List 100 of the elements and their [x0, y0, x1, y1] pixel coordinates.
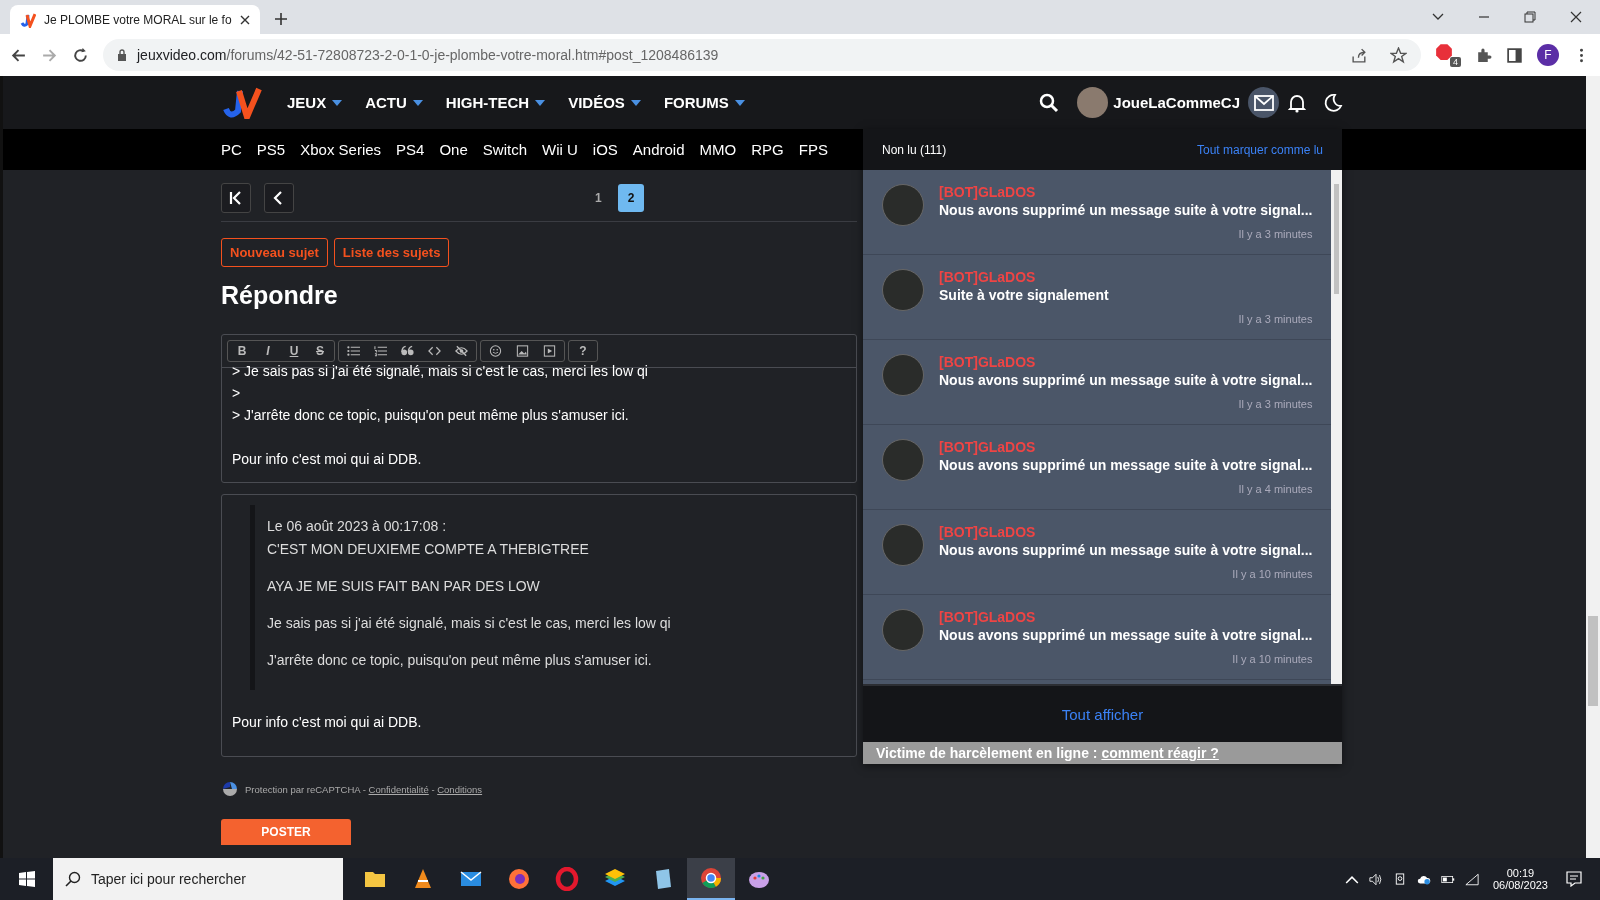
italic-button[interactable]: I — [262, 344, 274, 358]
show-all-link[interactable]: Tout afficher — [1061, 705, 1144, 723]
share-icon[interactable] — [1351, 46, 1368, 64]
star-icon[interactable] — [1390, 46, 1407, 64]
notification-message: Nous avons supprimé un message suite à votre signal... — [939, 627, 1313, 643]
page-link[interactable]: 1 — [587, 184, 610, 212]
platform-link[interactable]: One — [439, 141, 468, 158]
address-bar[interactable]: jeuxvideo.com/forums/42-51-72808723-2-0-1-0-je-plombe-votre-moral.htm#post_1208486139 — [103, 39, 1421, 71]
bullet-list-icon[interactable] — [347, 345, 360, 357]
notification-time: Il y a 10 minutes — [1231, 653, 1313, 665]
site-logo-icon — [20, 11, 36, 28]
notification-author: [BOT]GLaDOS — [939, 184, 1037, 200]
video-icon[interactable] — [543, 345, 556, 357]
platform-link[interactable]: PS5 — [256, 141, 286, 158]
code-icon[interactable] — [428, 345, 441, 357]
notification-item[interactable]: [BOT]GLaDOS Nous avons supprimé un message suite à votre signal... Il y a 4 minutes — [863, 425, 1332, 510]
site-logo-icon[interactable] — [221, 86, 263, 119]
smiley-icon[interactable] — [489, 345, 502, 357]
new-tab-icon[interactable] — [273, 12, 288, 26]
terms-link[interactable]: Conditions — [437, 783, 483, 795]
platform-link[interactable]: PS4 — [396, 141, 425, 158]
caret-icon — [630, 99, 641, 106]
profile-button[interactable]: F — [1537, 44, 1559, 66]
url-text: jeuxvideo.com/forums/42-51-72808723-2-0-1-0-je-plombe-votre-moral.htm#post_1208486139 — [137, 47, 720, 63]
taskbar-search-field[interactable]: Taper ici pour rechercher — [53, 858, 343, 900]
restore-icon[interactable] — [1524, 11, 1536, 23]
page-link[interactable]: 2 — [617, 184, 645, 212]
topic-button[interactable]: Nouveau sujet — [221, 238, 328, 267]
moon-icon[interactable] — [1323, 92, 1343, 113]
notification-center-icon[interactable] — [1566, 871, 1582, 887]
platform-link[interactable]: FPS — [798, 141, 828, 158]
speaker-icon[interactable] — [1368, 872, 1383, 886]
close-tab-icon[interactable] — [239, 14, 250, 25]
browser-tab[interactable]: Je PLOMBE votre MORAL sur le fo — [10, 5, 260, 34]
hidden-eye-icon[interactable] — [455, 345, 468, 357]
numbered-list-icon[interactable] — [374, 345, 387, 357]
notification-item[interactable]: [BOT]GLaDOS Suite à votre signalement Il y a 3 minutes — [863, 255, 1332, 340]
notification-time: Il y a 3 minutes — [1237, 313, 1313, 325]
reload-icon[interactable] — [72, 46, 89, 64]
notification-item[interactable]: [BOT]GLaDOS Nous avons supprimé un message suite à votre signal... Il y a 3 minutes — [863, 340, 1332, 425]
adblock-extension[interactable]: 4 — [1435, 43, 1461, 67]
unread-count: Non lu (111) — [882, 142, 947, 157]
scrollbar[interactable] — [1331, 170, 1342, 684]
notification-item[interactable]: [BOT]GLaDOS Nous avons supprimé un message suite à votre signal... Il y a 3 minutes — [863, 170, 1332, 255]
clock-time[interactable]: 00:19 — [1506, 867, 1535, 879]
topic-button[interactable]: Liste des sujets — [333, 238, 450, 267]
platform-link[interactable]: Xbox Series — [300, 141, 382, 158]
image-icon[interactable] — [516, 345, 529, 357]
platform-link[interactable]: PC — [221, 141, 242, 158]
quoted-text: AYA JE ME SUIS FAIT BAN PAR DES LOW — [267, 577, 540, 596]
search-icon[interactable] — [1039, 92, 1060, 113]
mail-icon — [1253, 94, 1274, 111]
platform-link[interactable]: Android — [632, 141, 685, 158]
side-panel-icon[interactable] — [1506, 46, 1523, 64]
editor-text-line: > J'arrête donc ce topic, puisqu'on peut même plus s'amuser ici. — [232, 407, 629, 423]
avatar — [882, 269, 924, 311]
wifi-icon[interactable] — [1464, 872, 1479, 886]
message-editor[interactable]: B I U S ? > Je sais pas si j'ai été signalé, mais si c'est le cas, merci les low qi > > J'arrête donc ce topic, puisqu'on peut même plus s'amuser ici. Pour info c'est moi qui ai DDB. — [221, 334, 857, 483]
puzzle-icon[interactable] — [1475, 46, 1492, 64]
windows-start-icon[interactable] — [18, 870, 36, 888]
close-icon[interactable] — [1570, 11, 1582, 23]
notification-message: Nous avons supprimé un message suite à votre signal... — [939, 372, 1313, 388]
nav-menu[interactable]: ACTU — [365, 94, 423, 111]
bell-icon[interactable] — [1287, 92, 1307, 113]
editor-text-line: > — [232, 385, 241, 401]
previous-page-button[interactable] — [264, 183, 294, 213]
nav-menu[interactable]: FORUMS — [663, 94, 745, 111]
notification-item[interactable]: [BOT]GLaDOS Nous avons supprimé un message suite à votre signal... Il y a 10 minutes — [863, 510, 1332, 595]
username[interactable]: JoueLaCommeCJ — [1113, 94, 1240, 111]
nav-menu[interactable]: VIDÉOS — [568, 94, 641, 111]
avatar[interactable] — [1077, 87, 1109, 118]
nav-menu[interactable]: JEUX — [287, 94, 343, 111]
platform-link[interactable]: Wii U — [542, 141, 578, 158]
mark-all-read-link[interactable]: Tout marquer comme lu — [1196, 142, 1323, 157]
underline-button[interactable]: U — [288, 344, 300, 358]
message-text: Pour info c'est moi qui ai DDB. — [232, 714, 422, 730]
notification-author: [BOT]GLaDOS — [939, 524, 1037, 540]
notification-author: [BOT]GLaDOS — [939, 269, 1037, 285]
quote-date: Le 06 août 2023 à 00:17:08 : — [267, 517, 447, 536]
platform-link[interactable]: RPG — [751, 141, 784, 158]
notification-author: [BOT]GLaDOS — [939, 609, 1037, 625]
notification-time: Il y a 4 minutes — [1237, 483, 1313, 495]
editor-text-line: > Je sais pas si j'ai été signalé, mais si c'est le cas, merci les low qi — [232, 363, 648, 379]
nav-menu[interactable]: HIGH-TECH — [445, 94, 546, 111]
quoted-text: Je sais pas si j'ai été signalé, mais si c'est le cas, merci les low qi — [267, 614, 671, 633]
strikethrough-button[interactable]: S — [314, 344, 326, 358]
quote-icon[interactable] — [401, 345, 414, 357]
notification-item[interactable]: [BOT]GLaDOS Nous avons supprimé un message suite à votre signal... Il y a 10 minutes — [863, 595, 1332, 680]
scrollbar[interactable] — [1586, 76, 1600, 858]
caret-icon — [535, 99, 546, 106]
platform-link[interactable]: Switch — [482, 141, 527, 158]
first-page-button[interactable] — [221, 183, 251, 213]
platform-link[interactable]: MMO — [699, 141, 737, 158]
clock-date[interactable]: 06/08/2023 — [1492, 879, 1548, 891]
messages-button[interactable] — [1248, 87, 1279, 118]
taskbar-app-icon[interactable] — [687, 858, 735, 900]
notification-time: Il y a 10 minutes — [1231, 568, 1313, 580]
privacy-link[interactable]: Confidentialité — [368, 783, 429, 795]
platform-link[interactable]: iOS — [592, 141, 618, 158]
bold-button[interactable]: B — [236, 344, 248, 358]
